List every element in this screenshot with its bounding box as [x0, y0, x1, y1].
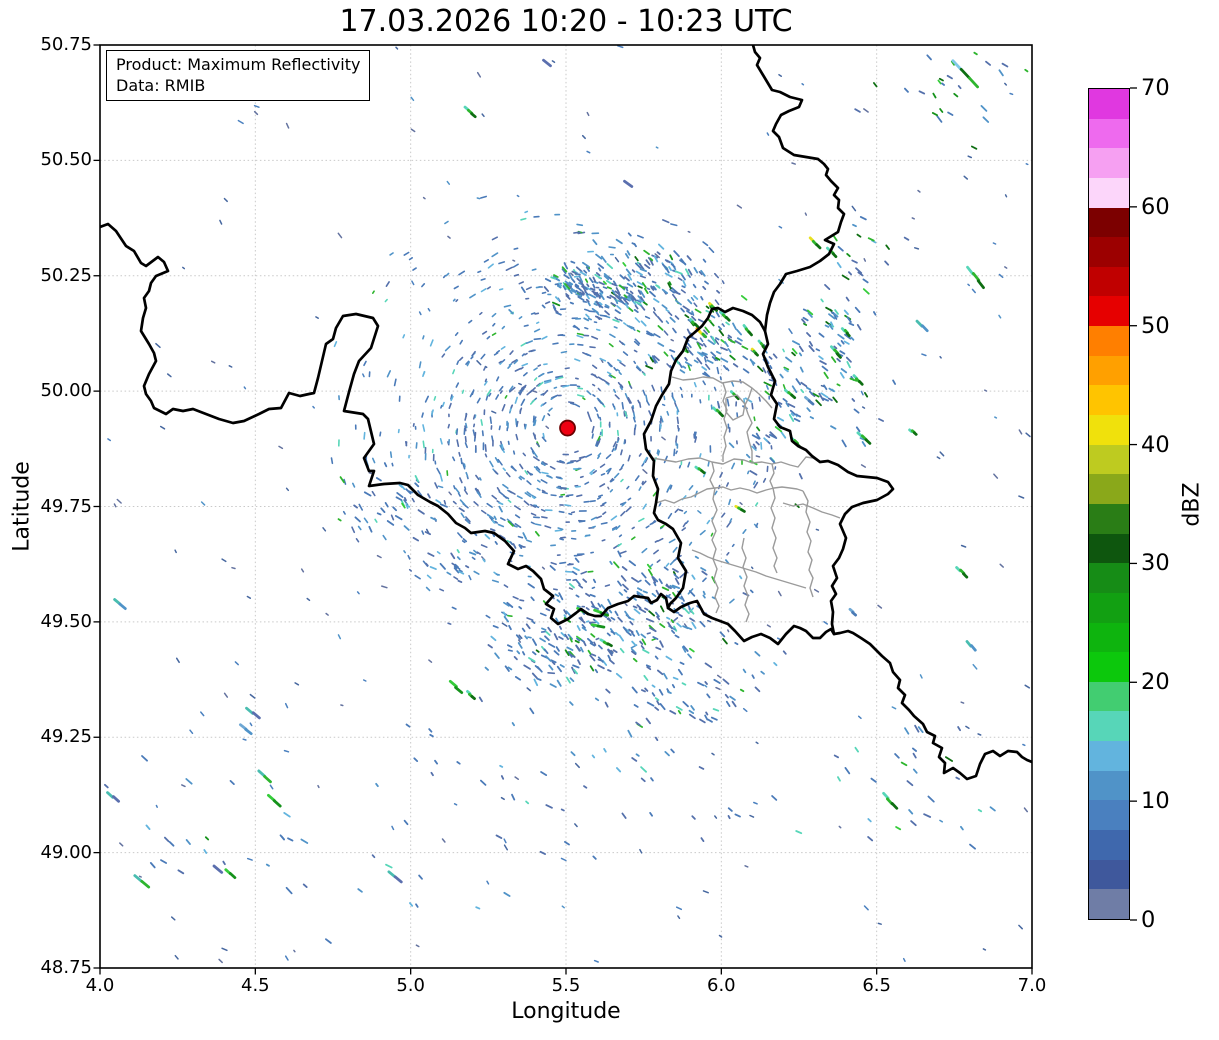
colorbar-segment	[1089, 385, 1129, 416]
figure-title: 17.03.2026 10:20 - 10:23 UTC	[339, 4, 793, 39]
colorbar-segment	[1089, 800, 1129, 831]
y-tick-label: 50.50	[40, 149, 92, 171]
colorbar-segment	[1089, 859, 1129, 890]
x-tick-label: 7.0	[1017, 975, 1047, 996]
gridlines	[100, 45, 1032, 968]
colorbar-segment	[1089, 830, 1129, 860]
x-tick-label: 5.0	[396, 975, 425, 996]
x-axis-label: Longitude	[511, 999, 621, 1024]
colorbar-segment	[1089, 741, 1129, 771]
y-tick-label: 49.50	[40, 610, 92, 632]
axis-tick-marks	[93, 44, 1033, 975]
radar-site-marker	[559, 419, 576, 437]
y-tick-label: 49.00	[40, 841, 92, 863]
colorbar-segment	[1089, 770, 1129, 801]
colorbar-tick-marks	[1130, 87, 1137, 921]
colorbar-label: dBZ	[1179, 482, 1205, 527]
map-content	[100, 45, 1032, 964]
border-germany-france	[832, 629, 1032, 781]
colorbar-segment	[1089, 148, 1129, 178]
radar-figure: 17.03.2026 10:20 - 10:23 UTC Product: Ma…	[0, 0, 1219, 1040]
colorbar-tick-label: 60	[1141, 193, 1170, 220]
colorbar-segment	[1089, 681, 1129, 712]
colorbar-segment	[1089, 533, 1129, 564]
x-tick-label: 6.5	[862, 975, 891, 996]
colorbar-tick-label: 40	[1141, 431, 1170, 458]
border-belgium-germany	[751, 45, 846, 333]
y-tick-label: 49.25	[40, 726, 92, 748]
colorbar-tick-label: 50	[1141, 312, 1170, 339]
colorbar-tick-label: 10	[1141, 788, 1170, 815]
annotation-product-line: Product: Maximum Reflectivity	[116, 55, 361, 74]
annotation-data-line: Data: RMIB	[116, 76, 206, 95]
colorbar-segment	[1089, 563, 1129, 593]
canton-borders	[651, 376, 841, 623]
colorbar-segment	[1089, 444, 1129, 475]
colorbar-segment	[1089, 177, 1129, 208]
colorbar-segment	[1089, 711, 1129, 742]
radar-echo-speckles	[104, 45, 1031, 964]
colorbar-tick-label: 30	[1141, 550, 1170, 577]
x-tick-label: 4.0	[85, 975, 115, 996]
colorbar-segment	[1089, 89, 1129, 119]
y-tick-label: 50.00	[40, 380, 92, 402]
x-tick-label: 6.0	[707, 975, 736, 996]
colorbar-segment	[1089, 237, 1129, 267]
colorbar-segment	[1089, 622, 1129, 653]
y-tick-label: 50.25	[40, 264, 92, 286]
colorbar-segment	[1089, 503, 1129, 534]
colorbar-segment	[1089, 474, 1129, 504]
x-tick-label: 5.5	[551, 975, 581, 996]
colorbar-segment	[1089, 592, 1129, 623]
product-annotation-box: Product: Maximum Reflectivity Data: RMIB	[106, 50, 371, 101]
colorbar-tick-label: 70	[1141, 75, 1170, 101]
colorbar-tick-label: 0	[1141, 907, 1156, 933]
colorbar-segment	[1089, 326, 1129, 356]
colorbar-tick-label: 20	[1141, 669, 1170, 696]
radar-map-plot	[93, 44, 1137, 975]
colorbar-segment	[1089, 207, 1129, 238]
colorbar-segment	[1089, 652, 1129, 682]
colorbar-segment	[1089, 118, 1129, 149]
colorbar-segment	[1089, 415, 1129, 445]
colorbar-segment	[1089, 266, 1129, 297]
colorbar-segment	[1089, 355, 1129, 386]
y-tick-label: 50.75	[40, 34, 92, 55]
colorbar-segment	[1089, 296, 1129, 327]
y-tick-label: 49.75	[40, 495, 92, 517]
colorbar	[1088, 88, 1130, 920]
colorbar-segment	[1089, 889, 1129, 919]
y-tick-label: 48.75	[40, 957, 92, 978]
x-tick-label: 4.5	[241, 975, 270, 996]
